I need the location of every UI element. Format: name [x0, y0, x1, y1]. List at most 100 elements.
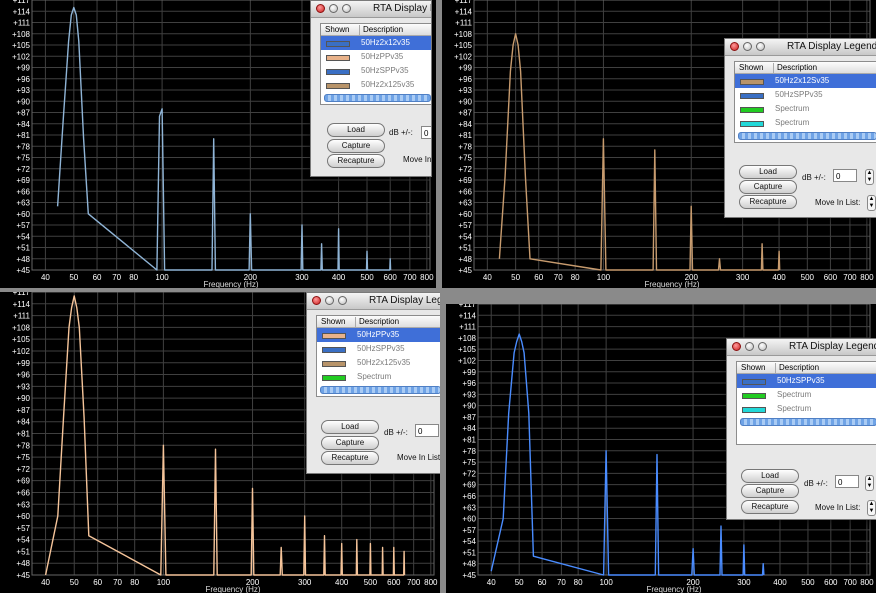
y-tick-label: +69	[16, 477, 30, 486]
shown-column-header[interactable]: Shown	[739, 63, 763, 72]
close-icon[interactable]	[312, 296, 321, 305]
load-button[interactable]: Load	[741, 469, 799, 483]
load-button[interactable]: Load	[739, 165, 797, 179]
x-tick-label: 300	[737, 578, 751, 587]
color-swatch[interactable]	[322, 361, 346, 367]
x-axis-label: Frequency (Hz)	[644, 280, 699, 288]
capture-button[interactable]: Capture	[327, 139, 385, 153]
legend-row[interactable]: 50HzSPPv35	[317, 342, 440, 356]
y-tick-label: +93	[458, 86, 472, 95]
y-tick-label: +51	[16, 547, 30, 556]
load-button[interactable]: Load	[321, 420, 379, 434]
color-swatch[interactable]	[326, 83, 350, 89]
zoom-icon[interactable]	[758, 342, 767, 351]
minimize-icon[interactable]	[743, 42, 752, 51]
legend-row[interactable]: 50HzSPPv35	[321, 64, 431, 78]
close-icon[interactable]	[732, 342, 741, 351]
color-swatch[interactable]	[742, 379, 766, 385]
legend-description: 50HzPPv35	[361, 52, 404, 61]
db-input[interactable]: 0	[415, 424, 439, 437]
color-swatch[interactable]	[740, 121, 764, 127]
close-icon[interactable]	[730, 42, 739, 51]
close-icon[interactable]	[316, 4, 325, 13]
color-swatch[interactable]	[740, 79, 764, 85]
legend-row[interactable]: 50HzSPPv35	[735, 88, 876, 102]
zoom-icon[interactable]	[756, 42, 765, 51]
color-swatch[interactable]	[326, 55, 350, 61]
legend-row[interactable]: 50Hz2x125v35	[321, 78, 431, 92]
legend-list[interactable]: Shown Description 50HzPPv35 50HzSPPv35 50Hz2…	[316, 315, 440, 397]
capture-button[interactable]: Capture	[739, 180, 797, 194]
y-tick-label: +105	[12, 41, 31, 50]
description-column-header[interactable]: Description	[355, 317, 399, 327]
y-tick-label: +51	[16, 244, 30, 253]
db-input[interactable]: 0	[835, 475, 859, 488]
description-column-header[interactable]: Description	[773, 63, 817, 73]
legend-row[interactable]: 50HzPPv35	[321, 50, 431, 64]
move-stepper[interactable]: ▲ ▼	[867, 500, 876, 516]
recapture-button[interactable]: Recapture	[739, 195, 797, 209]
move-stepper[interactable]: ▲ ▼	[867, 195, 876, 211]
color-swatch[interactable]	[742, 393, 766, 399]
y-tick-label: +54	[16, 536, 30, 545]
shown-column-header[interactable]: Shown	[741, 363, 765, 372]
color-swatch[interactable]	[326, 41, 350, 47]
legend-row[interactable]: 50HzPPv35	[317, 328, 440, 342]
y-tick-label: +69	[462, 481, 476, 490]
legend-row[interactable]: Spectrum	[735, 116, 876, 130]
legend-scrollbar[interactable]	[738, 132, 876, 140]
description-column-header[interactable]: Description	[359, 25, 403, 35]
legend-row[interactable]: 50Hz2x12v35	[321, 36, 431, 50]
load-button[interactable]: Load	[327, 123, 385, 137]
y-tick-label: +78	[462, 447, 476, 456]
y-tick-label: +60	[462, 515, 476, 524]
legend-list[interactable]: Shown Description 50HzSPPv35 Spectrum Spectr…	[736, 361, 876, 445]
x-tick-label: 40	[487, 578, 496, 587]
color-swatch[interactable]	[322, 347, 346, 353]
db-input[interactable]: 0	[421, 126, 431, 139]
minimize-icon[interactable]	[329, 4, 338, 13]
color-swatch[interactable]	[326, 69, 350, 75]
legend-row[interactable]: 50HzSPPv35	[737, 374, 876, 388]
color-swatch[interactable]	[740, 107, 764, 113]
legend-row[interactable]: Spectrum	[735, 102, 876, 116]
db-input[interactable]: 0	[833, 169, 857, 182]
y-tick-label: +57	[16, 524, 30, 533]
x-tick-label: 100	[597, 273, 611, 282]
legend-description: 50Hz2x125v35	[361, 80, 415, 89]
y-tick-label: +111	[459, 323, 476, 332]
shown-column-header[interactable]: Shown	[321, 317, 345, 326]
y-tick-label: +111	[13, 19, 30, 28]
capture-button[interactable]: Capture	[321, 436, 379, 450]
zoom-icon[interactable]	[342, 4, 351, 13]
zoom-icon[interactable]	[338, 296, 347, 305]
legend-row[interactable]: 50Hz2x12Sv35	[735, 74, 876, 88]
db-stepper[interactable]: ▲ ▼	[865, 475, 874, 491]
legend-row[interactable]: Spectrum	[737, 402, 876, 416]
color-swatch[interactable]	[322, 333, 346, 339]
db-stepper[interactable]: ▲ ▼	[865, 169, 874, 185]
legend-scrollbar[interactable]	[740, 418, 876, 426]
legend-list[interactable]: Shown Description 50Hz2x12v35 50HzPPv35 50Hz…	[320, 23, 431, 105]
minimize-icon[interactable]	[745, 342, 754, 351]
y-tick-label: +114	[459, 311, 477, 320]
legend-scrollbar[interactable]	[324, 94, 431, 102]
shown-column-header[interactable]: Shown	[325, 25, 349, 34]
legend-row[interactable]: Spectrum	[317, 370, 440, 384]
recapture-button[interactable]: Recapture	[741, 500, 799, 514]
description-column-header[interactable]: Description	[775, 363, 819, 373]
legend-description: Spectrum	[775, 104, 810, 113]
legend-list[interactable]: Shown Description 50Hz2x12Sv35 50HzSPPv35 Sp…	[734, 61, 876, 143]
legend-scrollbar[interactable]	[320, 386, 440, 394]
x-tick-label: 50	[69, 273, 78, 282]
legend-row[interactable]: Spectrum	[737, 388, 876, 402]
legend-row[interactable]: 50Hz2x125v35	[317, 356, 440, 370]
color-swatch[interactable]	[742, 407, 766, 413]
capture-button[interactable]: Capture	[741, 484, 799, 498]
color-swatch[interactable]	[740, 93, 764, 99]
recapture-button[interactable]: Recapture	[321, 451, 379, 465]
minimize-icon[interactable]	[325, 296, 334, 305]
color-swatch[interactable]	[322, 375, 346, 381]
rta-window-bottom-right: +117 +114 +111 +108 +105 +102 +99 +96 +93 +90 +87 +…	[446, 304, 876, 593]
recapture-button[interactable]: Recapture	[327, 154, 385, 168]
